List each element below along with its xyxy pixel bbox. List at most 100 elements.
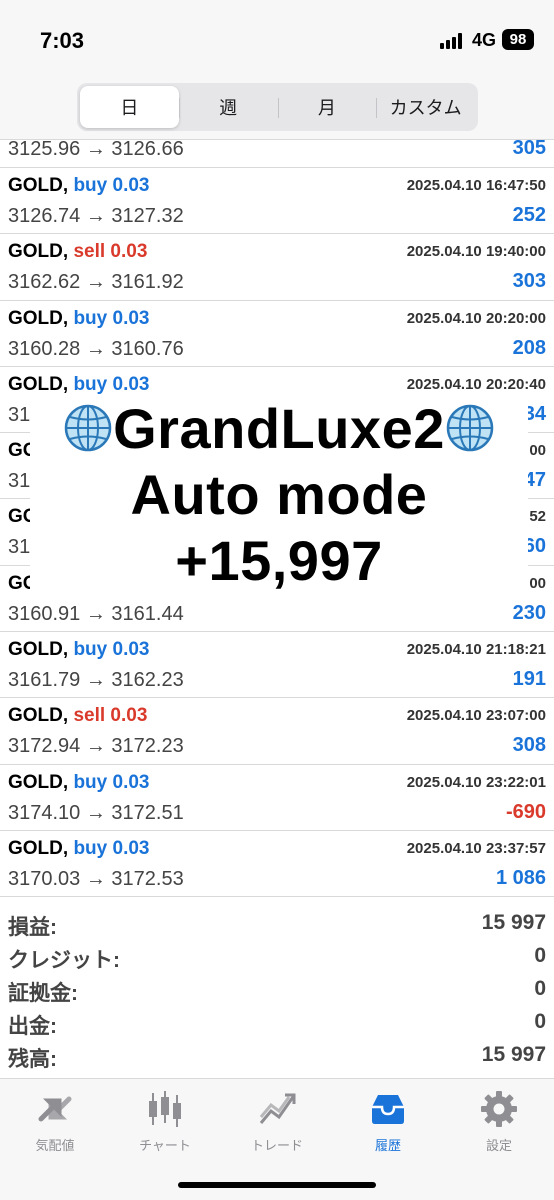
deal-profit: 303 [512,270,546,293]
overlay-title: GrandLuxe2 [113,397,445,460]
tab-label: チャート [139,1138,191,1153]
deal-datetime: 2025.04.10 23:37:57 [406,839,546,857]
summary-label: 出金: [8,1015,57,1038]
tab-label: 設定 [485,1138,512,1153]
tab-custom[interactable]: カスタム [376,86,475,128]
tab-week[interactable]: 週 [178,86,278,128]
deal-row[interactable]: 3125.96 → 3126.66 305 [0,137,554,168]
summary-label: 証拠金: [8,982,78,1005]
deal-prices: 31 [8,536,31,559]
period-segmented-control: 日 週 月 カスタム [77,83,478,131]
deal-header: GOLD, sell 0.03 [8,241,147,263]
deal-header: GOLD, buy 0.03 [8,175,150,197]
tab-label: 履歴 [374,1138,401,1153]
summary-row-withdrawal: 出金: 0 [0,1006,554,1039]
deal-datetime: 2025.04.10 19:40:00 [406,243,546,261]
deal-prices: 3172.94 → 3172.23 [8,735,184,758]
deal-prices: 3170.03 → 3172.53 [8,867,184,890]
deal-prices: 3162.62 → 3161.92 [8,271,184,294]
tab-trade[interactable]: トレード [222,1085,332,1154]
deal-row[interactable]: GOLD, buy 0.03 2025.04.10 20:20:00 3160.28… [0,301,554,367]
summary-row-balance: 残高: 15 997 [0,1039,554,1072]
globe-icon [446,404,494,452]
overlay-title-line: GrandLuxe2 [30,396,528,462]
deal-datetime: 2025.04.10 23:07:00 [406,707,546,725]
deal-side-volume: buy 0.03 [73,639,150,661]
quotes-icon [38,1096,72,1122]
deal-row[interactable]: GOLD, buy 0.03 2025.04.10 23:37:57 3170.03… [0,831,554,898]
deal-datetime: 2025.04.10 20:20:40 [406,375,546,393]
deal-profit: 1 086 [495,866,546,889]
deal-header: GOLD, buy 0.03 [8,374,150,396]
tab-settings[interactable]: 設定 [444,1085,554,1154]
summary-label: 損益: [8,916,57,939]
overlay-profit: +15,997 [175,529,383,592]
deal-profit: 305 [512,137,546,159]
signal-icon [440,31,466,49]
history-icon [372,1095,404,1124]
trade-icon [259,1093,296,1124]
settings-icon [481,1091,517,1127]
globe-icon [64,404,112,452]
deal-header: GOLD, buy 0.03 [8,639,150,661]
deal-header: GOLD, buy 0.03 [8,772,150,794]
deal-side-volume: sell 0.03 [73,705,148,727]
deal-header: GOLD, buy 0.03 [8,838,150,860]
deal-row[interactable]: GOLD, buy 0.03 2025.04.10 21:18:21 3161.79… [0,632,554,699]
deal-side-volume: buy 0.03 [73,373,150,395]
deal-symbol: GOLD, [8,705,69,727]
deal-symbol: GOLD, [8,241,69,263]
deal-symbol: GOLD, [8,175,69,196]
summary-value: 0 [534,977,546,1000]
tab-month[interactable]: 月 [277,86,377,128]
tab-quotes[interactable]: 気配値 [0,1085,110,1154]
tab-history[interactable]: 履歴 [333,1085,443,1154]
deal-profit: 191 [512,668,546,691]
deal-profit: 230 [512,601,546,624]
deal-side-volume: sell 0.03 [73,241,148,263]
deal-prices: 3125.96 → 3126.66 [8,138,184,160]
deal-symbol: GOLD, [8,373,69,395]
deal-row[interactable]: GOLD, buy 0.03 2025.04.10 16:47:50 3126.74… [0,168,554,235]
deal-symbol: GOLD, [8,837,69,859]
summary-label: 残高: [8,1048,57,1071]
deal-profit: -690 [505,800,546,823]
summary-value: 0 [534,944,546,967]
chart-icon [149,1091,181,1127]
deal-row[interactable]: GOLD, sell 0.03 2025.04.10 19:40:00 3162.6… [0,234,554,301]
summary-row-credit: クレジット: 0 [0,940,554,973]
tab-day[interactable]: 日 [80,86,179,128]
deal-side-volume: buy 0.03 [73,837,150,859]
deal-prices: 3160.91 → 3161.44 [8,602,184,625]
deal-datetime: 2025.04.10 20:20:00 [406,309,546,327]
summary-value: 15 997 [481,911,546,934]
deal-symbol: GOLD, [8,771,69,793]
deal-symbol: GOLD, [8,639,69,661]
status-bar: 7:03 4G 98 [0,0,554,80]
battery-icon: 98 [502,29,534,50]
deal-prices: 3161.79 → 3162.23 [8,669,184,692]
deal-prices: 3126.74 → 3127.32 [8,205,184,227]
deal-row[interactable]: GOLD, buy 0.03 2025.04.10 23:22:01 3174.10… [0,765,554,831]
tab-label: 気配値 [35,1138,75,1153]
deal-row[interactable]: GOLD, sell 0.03 2025.04.10 23:07:00 3172.9… [0,698,554,765]
home-indicator [178,1182,376,1188]
deal-profit: 208 [512,336,546,359]
summary-row-profit: 損益: 15 997 [0,907,554,940]
deal-side-volume: buy 0.03 [73,307,150,329]
summary-value: 0 [534,1010,546,1033]
deal-prices: 31 [8,403,31,426]
tab-chart[interactable]: チャート [110,1085,220,1154]
deal-datetime: 2025.04.10 16:47:50 [406,177,546,194]
tab-label: トレード [250,1138,303,1153]
deal-profit: 252 [512,204,546,226]
deal-datetime: 52 [529,508,546,526]
account-summary: 損益: 15 997 クレジット: 0 証拠金: 0 出金: 0 残高: 15 … [0,907,554,1072]
overlay-mode: Auto mode [130,463,428,526]
deal-side-volume: buy 0.03 [73,771,150,793]
deal-header: GOLD, sell 0.03 [8,705,147,727]
deal-symbol: GOLD, [8,307,69,329]
deal-side-volume: buy 0.03 [73,175,150,196]
deal-datetime: 00 [529,442,546,460]
network-type: 4G [472,30,497,50]
